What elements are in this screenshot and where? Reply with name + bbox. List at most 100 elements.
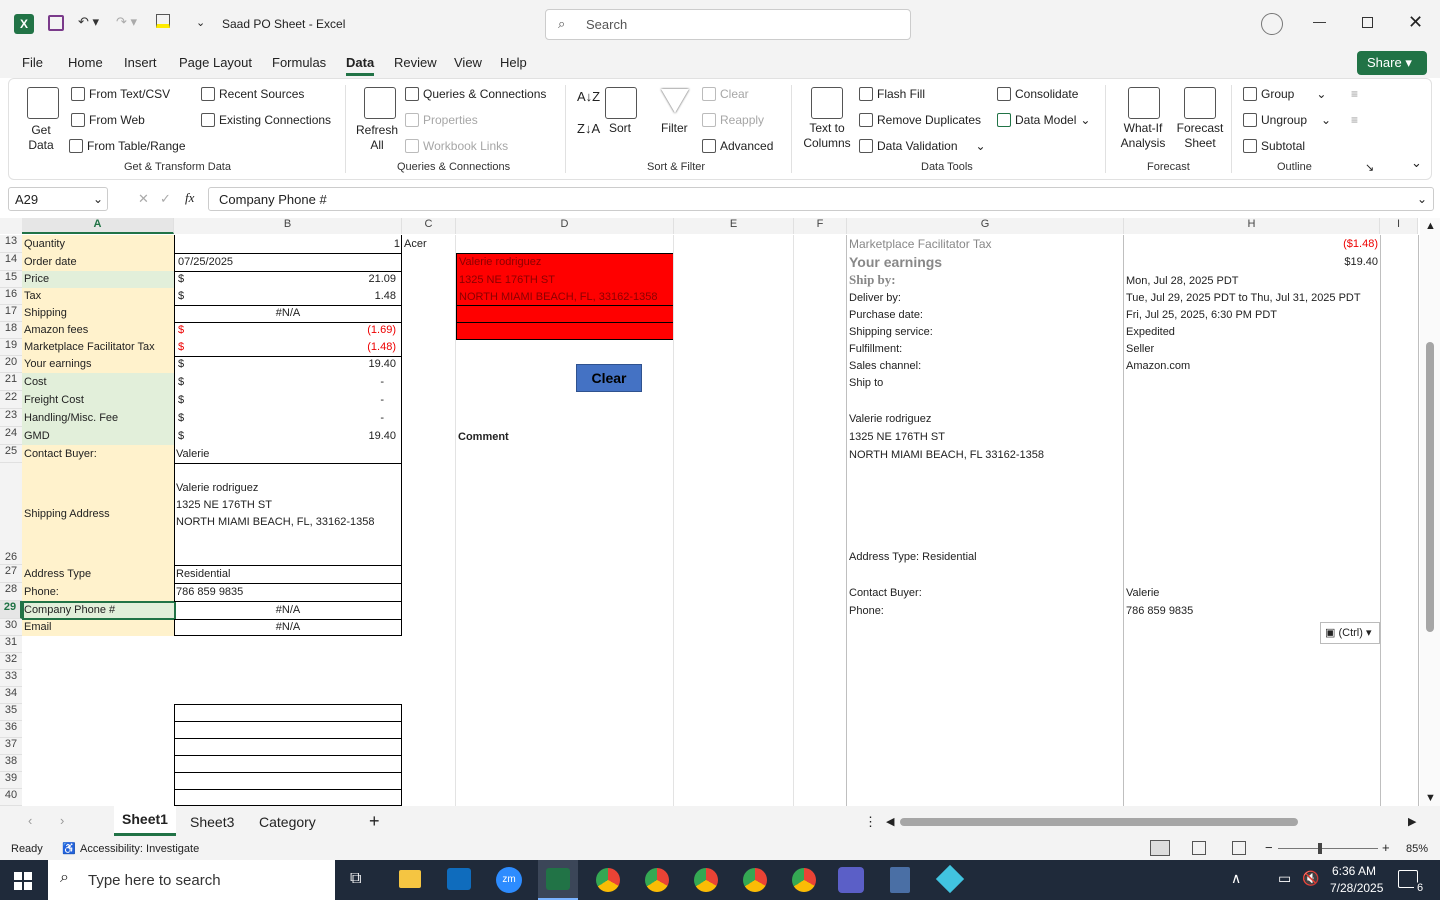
tab-formulas[interactable]: Formulas bbox=[272, 55, 326, 70]
label-address-type[interactable]: Address Type bbox=[22, 566, 93, 582]
clock-date[interactable]: 7/28/2025 bbox=[1330, 881, 1383, 895]
ungroup-button[interactable]: Ungroup ⌄ bbox=[1243, 113, 1331, 127]
chrome-icon[interactable] bbox=[792, 868, 816, 892]
row-header[interactable]: 23 bbox=[0, 409, 22, 427]
workbook-links-button[interactable]: Workbook Links bbox=[405, 139, 508, 153]
value-quantity[interactable]: 1 bbox=[174, 236, 402, 252]
clear-macro-button[interactable]: Clear bbox=[576, 364, 642, 392]
get-data-icon[interactable] bbox=[27, 87, 59, 119]
zoom-in-icon[interactable]: + bbox=[1382, 840, 1390, 855]
value-handling[interactable]: - bbox=[174, 410, 386, 426]
column-header-a[interactable]: A bbox=[22, 218, 174, 234]
column-header-e[interactable]: E bbox=[674, 218, 794, 234]
label-amazon-fees[interactable]: Amazon fees bbox=[22, 322, 90, 338]
label-email[interactable]: Email bbox=[22, 619, 54, 635]
row-header[interactable]: 26 bbox=[0, 463, 22, 565]
value-company-phone[interactable]: #N/A bbox=[174, 602, 402, 618]
restore-icon[interactable] bbox=[1362, 17, 1373, 28]
row-header[interactable]: 35 bbox=[0, 704, 22, 721]
row-header[interactable]: 39 bbox=[0, 772, 22, 789]
label-cost[interactable]: Cost bbox=[22, 374, 49, 390]
close-icon[interactable]: ✕ bbox=[1408, 12, 1423, 33]
g-shipping-service[interactable]: Shipping service: bbox=[847, 324, 935, 340]
network-icon[interactable]: ▭ bbox=[1278, 870, 1291, 887]
value-price[interactable]: 21.09 bbox=[174, 271, 398, 287]
sort-icon[interactable] bbox=[605, 87, 637, 119]
sheet-tab-category[interactable]: Category bbox=[259, 814, 316, 830]
dialog-launcher-icon[interactable]: ↘ bbox=[1365, 161, 1374, 174]
row-header[interactable]: 28 bbox=[0, 583, 22, 601]
g-purchase-date[interactable]: Purchase date: bbox=[847, 307, 925, 323]
sheet-tab-sheet1[interactable]: Sheet1 bbox=[114, 806, 176, 836]
h-deliver-by[interactable]: Tue, Jul 29, 2025 PDT to Thu, Jul 31, 20… bbox=[1124, 290, 1363, 306]
sort-desc-icon[interactable]: Z↓A bbox=[577, 121, 600, 136]
row-header[interactable]: 32 bbox=[0, 653, 22, 670]
minimize-icon[interactable]: — bbox=[1313, 14, 1326, 29]
row-header[interactable]: 40 bbox=[0, 789, 22, 806]
g-ship-to[interactable]: Ship to bbox=[847, 375, 885, 391]
consolidate-button[interactable]: Consolidate bbox=[997, 87, 1078, 101]
row-header[interactable]: 29 bbox=[0, 601, 22, 619]
row-header[interactable]: 33 bbox=[0, 670, 22, 687]
more-options-icon[interactable]: ⋮ bbox=[864, 814, 877, 830]
spreadsheet-grid[interactable]: A B C D E F G H I 13 14 15 16 17 18 19 2… bbox=[0, 218, 1440, 806]
windows-start-icon[interactable] bbox=[14, 872, 32, 890]
value-contact[interactable]: Valerie bbox=[174, 446, 211, 462]
label-phone[interactable]: Phone: bbox=[22, 584, 61, 600]
scroll-up-icon[interactable]: ▲ bbox=[1425, 220, 1436, 232]
row-header[interactable]: 13 bbox=[0, 235, 22, 253]
file-explorer-icon[interactable] bbox=[399, 870, 421, 888]
show-hidden-icons[interactable]: ∧ bbox=[1231, 870, 1241, 887]
row-header[interactable]: 36 bbox=[0, 721, 22, 738]
tab-data[interactable]: Data bbox=[346, 55, 375, 76]
refresh-all-button[interactable]: Refresh All bbox=[355, 123, 399, 153]
tab-view[interactable]: View bbox=[454, 55, 482, 70]
get-data-button[interactable]: Get Data bbox=[23, 123, 59, 153]
vertical-scrollbar[interactable]: ▲ ▼ bbox=[1420, 218, 1440, 806]
h-phone[interactable]: 786 859 9835 bbox=[1124, 603, 1195, 619]
row-header[interactable]: 37 bbox=[0, 738, 22, 755]
h-fulfillment[interactable]: Seller bbox=[1124, 341, 1156, 357]
value-address-line1[interactable]: Valerie rodriguez bbox=[174, 480, 260, 496]
column-header-i[interactable]: I bbox=[1380, 218, 1418, 234]
tab-help[interactable]: Help bbox=[500, 55, 527, 70]
excel-taskbar-icon[interactable] bbox=[538, 860, 578, 900]
row-header[interactable]: 24 bbox=[0, 427, 22, 445]
paste-options-button[interactable]: ▣ (Ctrl) ▾ bbox=[1320, 622, 1380, 644]
row-header[interactable]: 31 bbox=[0, 636, 22, 653]
label-handling[interactable]: Handling/Misc. Fee bbox=[22, 410, 120, 426]
tab-review[interactable]: Review bbox=[394, 55, 437, 70]
teams-icon[interactable] bbox=[838, 867, 864, 893]
label-contact-buyer[interactable]: Contact Buyer: bbox=[22, 446, 99, 462]
save-icon[interactable] bbox=[48, 15, 64, 31]
zoom-slider[interactable] bbox=[1278, 848, 1378, 849]
clear-filter-button[interactable]: Clear bbox=[702, 87, 749, 101]
h-earnings[interactable]: $19.40 bbox=[1124, 254, 1380, 270]
g-address-type[interactable]: Address Type: Residential bbox=[847, 549, 979, 565]
properties-button[interactable]: Properties bbox=[405, 113, 478, 127]
column-header-b[interactable]: B bbox=[174, 218, 402, 234]
app-icon[interactable] bbox=[935, 864, 965, 894]
from-text-csv-button[interactable]: From Text/CSV bbox=[71, 87, 170, 101]
value-address-type[interactable]: Residential bbox=[174, 566, 232, 582]
comment-label[interactable]: Comment bbox=[456, 429, 511, 445]
sort-asc-icon[interactable]: A↓Z bbox=[577, 89, 600, 104]
undo-icon[interactable]: ↶ ▾ bbox=[78, 14, 99, 30]
row-header[interactable]: 16 bbox=[0, 288, 22, 305]
data-validation-button[interactable]: Data Validation ⌄ bbox=[859, 139, 986, 153]
advanced-button[interactable]: Advanced bbox=[702, 139, 773, 153]
value-shipping[interactable]: #N/A bbox=[174, 305, 402, 321]
text-to-columns-icon[interactable] bbox=[811, 87, 843, 119]
prev-sheet-icon[interactable]: ‹ bbox=[28, 813, 32, 828]
g-contact-buyer[interactable]: Contact Buyer: bbox=[847, 585, 924, 601]
from-web-button[interactable]: From Web bbox=[71, 113, 145, 127]
page-break-view-icon[interactable] bbox=[1232, 841, 1246, 855]
h-sales-channel[interactable]: Amazon.com bbox=[1124, 358, 1192, 374]
h-contact[interactable]: Valerie bbox=[1124, 585, 1161, 601]
label-freight-cost[interactable]: Freight Cost bbox=[22, 392, 86, 408]
select-all-corner[interactable] bbox=[0, 218, 22, 234]
formula-input[interactable]: Company Phone # ⌄ bbox=[208, 187, 1434, 211]
h-mft[interactable]: ($1.48) bbox=[1124, 236, 1380, 252]
chrome-icon[interactable] bbox=[596, 868, 620, 892]
g-fulfillment[interactable]: Fulfillment: bbox=[847, 341, 904, 357]
